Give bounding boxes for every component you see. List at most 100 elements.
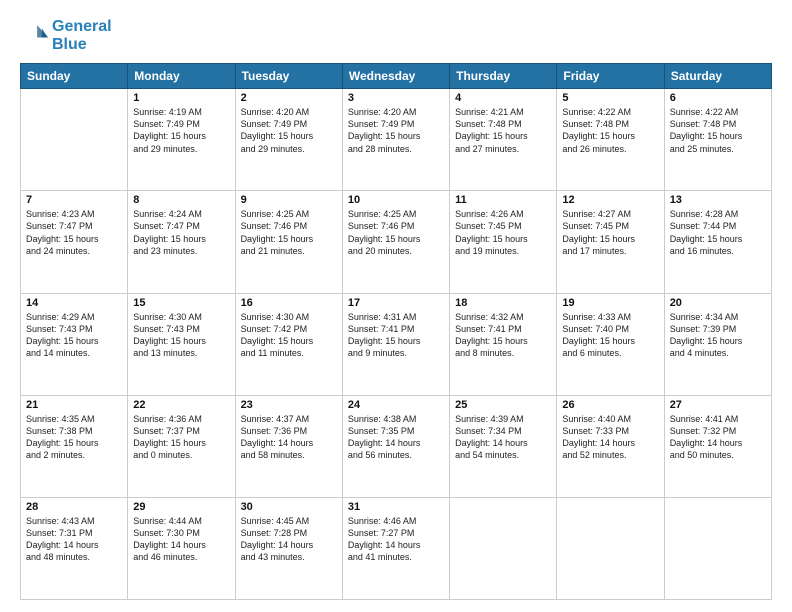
cell-info: Sunrise: 4:31 AM Sunset: 7:41 PM Dayligh… — [348, 311, 444, 360]
cell-info: Sunrise: 4:30 AM Sunset: 7:42 PM Dayligh… — [241, 311, 337, 360]
calendar-cell — [21, 89, 128, 191]
cell-info: Sunrise: 4:38 AM Sunset: 7:35 PM Dayligh… — [348, 413, 444, 462]
calendar-cell: 21Sunrise: 4:35 AM Sunset: 7:38 PM Dayli… — [21, 395, 128, 497]
week-row-2: 7 Sunrise: 4:23 AM Sunset: 7:47 PM Daylig… — [21, 191, 772, 293]
day-number: 20 — [670, 297, 766, 309]
calendar-cell: 8 Sunrise: 4:24 AM Sunset: 7:47 PM Daylig… — [128, 191, 235, 293]
cell-info: Sunrise: 4:22 AM Sunset: 7:48 PM Dayligh… — [670, 106, 766, 155]
week-row-3: 14 Sunrise: 4:29 AM Sunset: 7:43 PM Dayli… — [21, 293, 772, 395]
calendar-cell: 4 Sunrise: 4:21 AM Sunset: 7:48 PM Daylig… — [450, 89, 557, 191]
cell-info: Sunrise: 4:40 AM Sunset: 7:33 PM Dayligh… — [562, 413, 658, 462]
day-number: 25 — [455, 399, 551, 411]
day-header-thursday: Thursday — [450, 64, 557, 89]
cell-info: Sunrise: 4:30 AM Sunset: 7:43 PM Dayligh… — [133, 311, 229, 360]
calendar-cell: 1Sunrise: 4:19 AM Sunset: 7:49 PM Daylig… — [128, 89, 235, 191]
calendar-cell: 3Sunrise: 4:20 AM Sunset: 7:49 PM Daylig… — [342, 89, 449, 191]
calendar-cell: 31Sunrise: 4:46 AM Sunset: 7:27 PM Dayli… — [342, 497, 449, 599]
calendar-cell: 20 Sunrise: 4:34 AM Sunset: 7:39 PM Dayli… — [664, 293, 771, 395]
cell-info: Sunrise: 4:23 AM Sunset: 7:47 PM Dayligh… — [26, 208, 122, 257]
day-number: 10 — [348, 194, 444, 206]
day-number: 17 — [348, 297, 444, 309]
cell-info: Sunrise: 4:34 AM Sunset: 7:39 PM Dayligh… — [670, 311, 766, 360]
cell-info: Sunrise: 4:37 AM Sunset: 7:36 PM Dayligh… — [241, 413, 337, 462]
day-header-tuesday: Tuesday — [235, 64, 342, 89]
day-header-friday: Friday — [557, 64, 664, 89]
cell-info: Sunrise: 4:28 AM Sunset: 7:44 PM Dayligh… — [670, 208, 766, 257]
calendar-cell: 9Sunrise: 4:25 AM Sunset: 7:46 PM Daylig… — [235, 191, 342, 293]
day-number: 6 — [670, 92, 766, 104]
day-number: 24 — [348, 399, 444, 411]
calendar-cell: 30 Sunrise: 4:45 AM Sunset: 7:28 PM Dayli… — [235, 497, 342, 599]
calendar-cell: 22 Sunrise: 4:36 AM Sunset: 7:37 PM Dayli… — [128, 395, 235, 497]
logo: General Blue — [20, 18, 112, 53]
calendar-cell: 28Sunrise: 4:43 AM Sunset: 7:31 PM Dayli… — [21, 497, 128, 599]
cell-info: Sunrise: 4:21 AM Sunset: 7:48 PM Dayligh… — [455, 106, 551, 155]
cell-info: Sunrise: 4:33 AM Sunset: 7:40 PM Dayligh… — [562, 311, 658, 360]
calendar-cell: 23Sunrise: 4:37 AM Sunset: 7:36 PM Dayli… — [235, 395, 342, 497]
logo-text-line1: General — [52, 18, 112, 36]
calendar-cell: 17 Sunrise: 4:31 AM Sunset: 7:41 PM Dayli… — [342, 293, 449, 395]
day-number: 22 — [133, 399, 229, 411]
day-number: 14 — [26, 297, 122, 309]
calendar-cell: 14 Sunrise: 4:29 AM Sunset: 7:43 PM Dayli… — [21, 293, 128, 395]
day-number: 29 — [133, 501, 229, 513]
calendar-cell — [664, 497, 771, 599]
cell-info: Sunrise: 4:26 AM Sunset: 7:45 PM Dayligh… — [455, 208, 551, 257]
day-number: 16 — [241, 297, 337, 309]
day-number: 27 — [670, 399, 766, 411]
logo-icon — [20, 22, 48, 50]
calendar-cell: 25 Sunrise: 4:39 AM Sunset: 7:34 PM Dayli… — [450, 395, 557, 497]
day-number: 12 — [562, 194, 658, 206]
calendar-cell: 29 Sunrise: 4:44 AM Sunset: 7:30 PM Dayli… — [128, 497, 235, 599]
day-number: 5 — [562, 92, 658, 104]
day-number: 31 — [348, 501, 444, 513]
week-row-5: 28Sunrise: 4:43 AM Sunset: 7:31 PM Dayli… — [21, 497, 772, 599]
cell-info: Sunrise: 4:41 AM Sunset: 7:32 PM Dayligh… — [670, 413, 766, 462]
calendar-cell: 13Sunrise: 4:28 AM Sunset: 7:44 PM Dayli… — [664, 191, 771, 293]
calendar-table: SundayMondayTuesdayWednesdayThursdayFrid… — [20, 63, 772, 600]
page: General Blue SundayMondayTuesdayWednesda… — [0, 0, 792, 612]
calendar-cell: 6 Sunrise: 4:22 AM Sunset: 7:48 PM Daylig… — [664, 89, 771, 191]
calendar-cell: 16 Sunrise: 4:30 AM Sunset: 7:42 PM Dayli… — [235, 293, 342, 395]
day-header-sunday: Sunday — [21, 64, 128, 89]
cell-info: Sunrise: 4:29 AM Sunset: 7:43 PM Dayligh… — [26, 311, 122, 360]
day-header-wednesday: Wednesday — [342, 64, 449, 89]
cell-info: Sunrise: 4:43 AM Sunset: 7:31 PM Dayligh… — [26, 515, 122, 564]
calendar-cell: 15 Sunrise: 4:30 AM Sunset: 7:43 PM Dayli… — [128, 293, 235, 395]
day-number: 3 — [348, 92, 444, 104]
week-row-1: 1Sunrise: 4:19 AM Sunset: 7:49 PM Daylig… — [21, 89, 772, 191]
day-number: 30 — [241, 501, 337, 513]
cell-info: Sunrise: 4:25 AM Sunset: 7:46 PM Dayligh… — [241, 208, 337, 257]
day-number: 15 — [133, 297, 229, 309]
cell-info: Sunrise: 4:44 AM Sunset: 7:30 PM Dayligh… — [133, 515, 229, 564]
calendar-cell: 19 Sunrise: 4:33 AM Sunset: 7:40 PM Dayli… — [557, 293, 664, 395]
calendar-cell — [450, 497, 557, 599]
calendar-cell — [557, 497, 664, 599]
cell-info: Sunrise: 4:22 AM Sunset: 7:48 PM Dayligh… — [562, 106, 658, 155]
day-number: 19 — [562, 297, 658, 309]
cell-info: Sunrise: 4:24 AM Sunset: 7:47 PM Dayligh… — [133, 208, 229, 257]
calendar-cell: 12 Sunrise: 4:27 AM Sunset: 7:45 PM Dayli… — [557, 191, 664, 293]
day-header-monday: Monday — [128, 64, 235, 89]
day-number: 2 — [241, 92, 337, 104]
calendar-cell: 24 Sunrise: 4:38 AM Sunset: 7:35 PM Dayli… — [342, 395, 449, 497]
day-number: 18 — [455, 297, 551, 309]
cell-info: Sunrise: 4:20 AM Sunset: 7:49 PM Dayligh… — [241, 106, 337, 155]
cell-info: Sunrise: 4:39 AM Sunset: 7:34 PM Dayligh… — [455, 413, 551, 462]
header-row: SundayMondayTuesdayWednesdayThursdayFrid… — [21, 64, 772, 89]
calendar-cell: 7 Sunrise: 4:23 AM Sunset: 7:47 PM Daylig… — [21, 191, 128, 293]
day-number: 21 — [26, 399, 122, 411]
cell-info: Sunrise: 4:27 AM Sunset: 7:45 PM Dayligh… — [562, 208, 658, 257]
day-number: 7 — [26, 194, 122, 206]
day-number: 4 — [455, 92, 551, 104]
cell-info: Sunrise: 4:32 AM Sunset: 7:41 PM Dayligh… — [455, 311, 551, 360]
day-number: 8 — [133, 194, 229, 206]
cell-info: Sunrise: 4:45 AM Sunset: 7:28 PM Dayligh… — [241, 515, 337, 564]
calendar-cell: 26 Sunrise: 4:40 AM Sunset: 7:33 PM Dayli… — [557, 395, 664, 497]
cell-info: Sunrise: 4:36 AM Sunset: 7:37 PM Dayligh… — [133, 413, 229, 462]
day-header-saturday: Saturday — [664, 64, 771, 89]
logo-text-line2: Blue — [52, 36, 112, 54]
calendar-cell: 18 Sunrise: 4:32 AM Sunset: 7:41 PM Dayli… — [450, 293, 557, 395]
calendar-cell: 27 Sunrise: 4:41 AM Sunset: 7:32 PM Dayli… — [664, 395, 771, 497]
day-number: 26 — [562, 399, 658, 411]
